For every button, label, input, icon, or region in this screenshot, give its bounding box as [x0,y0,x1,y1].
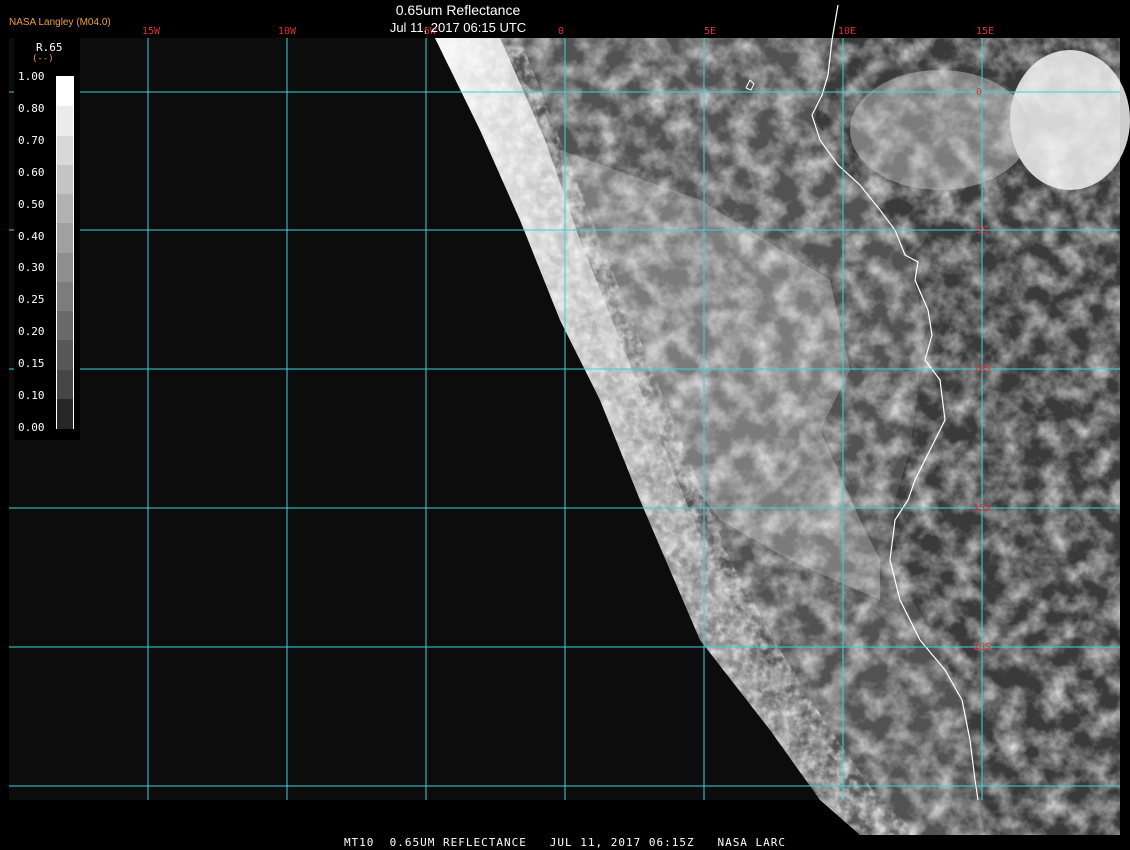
colorbar-swatch [57,340,73,371]
colorbar-tick-label: 0.20 [18,325,45,339]
lat-label-15s: 15S [973,503,991,514]
colorbar-swatch [57,369,73,400]
colorbar-tick-label: 0.30 [18,261,45,275]
footer-caption: MT10 0.65UM REFLECTANCE JUL 11, 2017 06:… [343,836,787,849]
colorbar-tick-label: 0.70 [18,133,45,147]
satellite-image-viewer: 15W 10W 5W 0 5E 10E 15E 0 5S 10S 15S 20S… [0,0,1130,850]
colorbar-title: R.65 [36,41,63,54]
reflectance-map[interactable]: 15W 10W 5W 0 5E 10E 15E 0 5S 10S 15S 20S [0,0,1130,850]
lat-label-20s: 20S [973,642,991,653]
colorbar-swatch [57,281,73,312]
colorbar-swatch [57,311,73,341]
colorbar-tick-label: 0.15 [18,357,45,371]
lat-label-10s: 10S [973,364,991,375]
colorbar-legend: R.65 (--) 1.00 0.80 0.70 0.60 0.50 0.40 0.30 0.… [14,38,80,440]
colorbar-swatch [57,106,73,137]
colorbar-swatch [57,398,73,429]
colorbar-swatch [57,252,73,283]
colorbar-swatch [57,164,73,195]
colorbar-swatch [57,77,73,107]
colorbar-tick-label: 0.50 [18,197,45,211]
colorbar-tick-label: 0.00 [18,421,45,434]
colorbar-swatch [57,135,73,166]
colorbar-tick-label: 0.25 [18,293,45,307]
image-timestamp: Jul 11, 2017 06:15 UTC [389,20,527,35]
lat-label-5s: 5S [976,225,988,236]
colorbar-tick-label: 0.40 [18,229,45,243]
colorbar-tick-label: 1.00 [18,70,45,83]
colorbar-tick-label: 0.10 [18,389,45,403]
colorbar-unit: (--) [32,54,54,64]
lat-label-0: 0 [976,87,982,98]
colorbar-tick-label: 0.60 [18,165,45,179]
image-title: 0.65um Reflectance [395,2,521,18]
colorbar-swatch [57,223,73,254]
lon-label-15e: 15E [976,26,994,37]
colorbar-ramp [56,76,74,429]
colorbar-swatch [57,194,73,224]
convective-cloud-cluster-2 [850,70,1030,190]
colorbar-tick-label: 0.80 [18,101,45,115]
